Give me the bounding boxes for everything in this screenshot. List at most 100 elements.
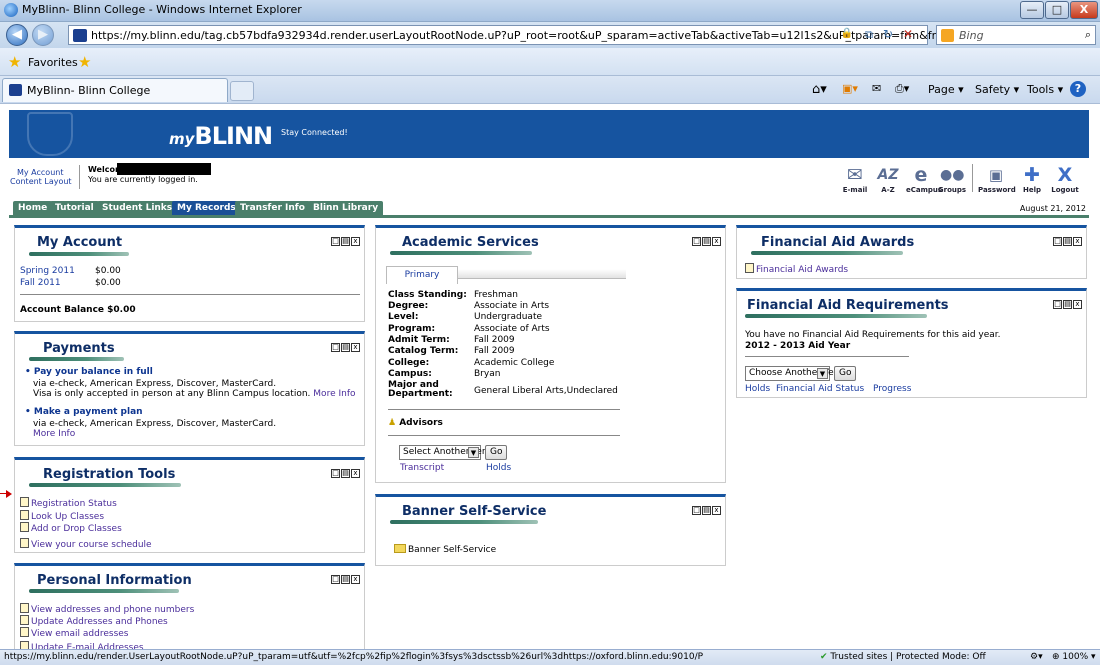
favorites-star-icon[interactable]: ★: [8, 53, 21, 71]
portlet-controls[interactable]: □ ▤ x: [330, 571, 360, 584]
status-url: https://my.blinn.edu/render.UserLayoutRo…: [4, 652, 704, 662]
banner-self-service-link[interactable]: Banner Self-Service: [394, 544, 496, 555]
aid-year-select[interactable]: Choose Another Year ▼: [745, 366, 843, 381]
safety-menu[interactable]: Safety ▾: [975, 83, 1019, 96]
focus-icon: □: [692, 506, 701, 515]
portlet-title: Financial Aid Awards: [761, 235, 915, 250]
print-icon[interactable]: ⎙▾: [895, 82, 909, 96]
transcript-link[interactable]: Transcript: [400, 463, 444, 473]
fa-status-link[interactable]: Financial Aid Status: [776, 384, 864, 394]
search-icon[interactable]: ⌕: [1085, 28, 1091, 42]
refresh-icon[interactable]: ↻: [883, 27, 893, 41]
registration-tools-portlet: Registration Tools □ ▤ x Registration Stat…: [14, 457, 365, 553]
protected-mode-icon[interactable]: ⚙▾: [1030, 652, 1043, 662]
help-tool[interactable]: ✚ Help: [1017, 164, 1047, 194]
term-go-button[interactable]: Go: [485, 445, 508, 460]
update-addresses-link[interactable]: Update Addresses and Phones: [20, 615, 168, 627]
document-icon: [745, 263, 754, 273]
field-label: Campus:: [388, 369, 432, 379]
new-tab-button[interactable]: [230, 81, 254, 101]
course-schedule-link[interactable]: View your course schedule: [20, 538, 152, 550]
term-select[interactable]: Select Another Term ▼: [399, 445, 494, 460]
tab-transfer-info[interactable]: Transfer Info: [235, 201, 310, 215]
registration-status-link[interactable]: Registration Status: [20, 497, 117, 509]
security-zone[interactable]: ✔ Trusted sites | Protected Mode: Off: [820, 652, 986, 662]
holds-link[interactable]: Holds: [486, 463, 511, 473]
view-addresses-link[interactable]: View addresses and phone numbers: [20, 603, 194, 615]
tab-tutorial[interactable]: Tutorial: [50, 201, 99, 215]
forward-icon[interactable]: ▶: [32, 24, 54, 46]
tools-menu[interactable]: Tools ▾: [1027, 83, 1063, 96]
favorites-button[interactable]: Favorites: [28, 56, 78, 69]
help-icon[interactable]: ?: [1070, 81, 1086, 97]
plan-more-info-link[interactable]: More Info: [33, 429, 75, 439]
browser-tab-title[interactable]: MyBlinn- Blinn College: [27, 84, 150, 97]
password-tool[interactable]: ▣ Password: [978, 164, 1016, 194]
myblinn-logo[interactable]: myBLINN: [169, 122, 273, 150]
fa-holds-link[interactable]: Holds: [745, 384, 770, 394]
term-link[interactable]: Spring 2011: [20, 266, 75, 276]
ecampus-tool[interactable]: e eCampus: [906, 164, 942, 194]
lock-icon[interactable]: 🔒: [841, 28, 853, 39]
payment-plan-desc: via e-check, American Express, Discover,…: [33, 419, 277, 429]
aid-year-go-button[interactable]: Go: [834, 366, 857, 381]
tab-home[interactable]: Home: [13, 201, 53, 215]
back-icon[interactable]: ◀: [6, 24, 28, 46]
my-account-portlet: My Account □ ▤ x Spring 2011 $0.00 Fall 20…: [14, 225, 365, 322]
portlet-controls[interactable]: □ ▤ x: [330, 465, 360, 478]
portlet-controls[interactable]: □ ▤ x: [330, 339, 360, 352]
tab-underline: [9, 215, 1089, 218]
add-favorites-icon[interactable]: ★: [78, 53, 91, 71]
financial-aid-awards-link[interactable]: Financial Aid Awards: [745, 263, 848, 275]
tab-student-links[interactable]: Student Links: [97, 201, 178, 215]
email-tool[interactable]: ✉ E-mail: [840, 164, 870, 194]
term-link[interactable]: Fall 2011: [20, 278, 61, 288]
groups-tool[interactable]: ●● Groups: [937, 164, 967, 194]
feeds-icon[interactable]: ▣▾: [842, 82, 858, 95]
tab-primary[interactable]: Primary: [386, 266, 458, 284]
edit-icon: ▤: [341, 237, 350, 246]
tab-my-records[interactable]: My Records: [172, 201, 241, 215]
term-amount: $0.00: [95, 266, 121, 276]
my-account-link[interactable]: My Account: [17, 168, 63, 177]
page-menu[interactable]: Page ▾: [928, 83, 964, 96]
minimize-button[interactable]: —: [1020, 1, 1044, 19]
portlet-controls[interactable]: □ ▤ x: [1052, 233, 1082, 246]
zoom-control[interactable]: ⊕ 100% ▾: [1052, 652, 1096, 662]
logout-tool[interactable]: X Logout: [1050, 164, 1080, 194]
fa-progress-link[interactable]: Progress: [873, 384, 911, 394]
more-info-link[interactable]: More Info: [313, 389, 355, 399]
pay-full-link[interactable]: • Pay your balance in full: [25, 367, 153, 377]
field-label: Degree:: [388, 301, 429, 311]
document-icon: [20, 497, 29, 507]
title-swoosh: [751, 251, 903, 255]
portlet-controls[interactable]: □ ▤ x: [330, 233, 360, 246]
browser-tab[interactable]: MyBlinn- Blinn College: [2, 78, 228, 102]
payment-plan-link[interactable]: • Make a payment plan: [25, 407, 143, 417]
college-crest-icon: [27, 112, 73, 156]
portlet-controls[interactable]: □ ▤ x: [1052, 296, 1082, 309]
mail-icon[interactable]: ✉: [872, 82, 881, 95]
focus-icon: □: [1053, 300, 1062, 309]
view-email-link[interactable]: View email addresses: [20, 627, 128, 639]
address-bar[interactable]: https://my.blinn.edu/tag.cb57bdfa932934d…: [68, 25, 956, 45]
address-url[interactable]: https://my.blinn.edu/tag.cb57bdfa932934d…: [91, 29, 956, 42]
a-z-tool[interactable]: AZ A-Z: [873, 164, 903, 194]
stop-icon[interactable]: ✕: [903, 27, 913, 41]
look-up-classes-link[interactable]: Look Up Classes: [20, 510, 104, 522]
tab-blinn-library[interactable]: Blinn Library: [308, 201, 384, 215]
add-drop-classes-link[interactable]: Add or Drop Classes: [20, 522, 122, 534]
title-swoosh: [390, 520, 538, 524]
compat-view-icon[interactable]: ⧉: [865, 28, 873, 42]
search-box[interactable]: Bing ⌕: [936, 25, 1096, 45]
field-value: Associate of Arts: [474, 324, 550, 334]
portlet-controls[interactable]: □ ▤ x: [691, 233, 721, 246]
close-button[interactable]: X: [1070, 1, 1098, 19]
envelope-icon: ✉: [847, 164, 863, 186]
divider: [79, 165, 80, 189]
portlet-controls[interactable]: □ ▤ x: [691, 502, 721, 515]
maximize-button[interactable]: □: [1045, 1, 1069, 19]
content-layout-link[interactable]: Content Layout: [10, 177, 72, 186]
home-icon[interactable]: ⌂▾: [812, 82, 827, 97]
login-status: You are currently logged in.: [88, 175, 198, 184]
